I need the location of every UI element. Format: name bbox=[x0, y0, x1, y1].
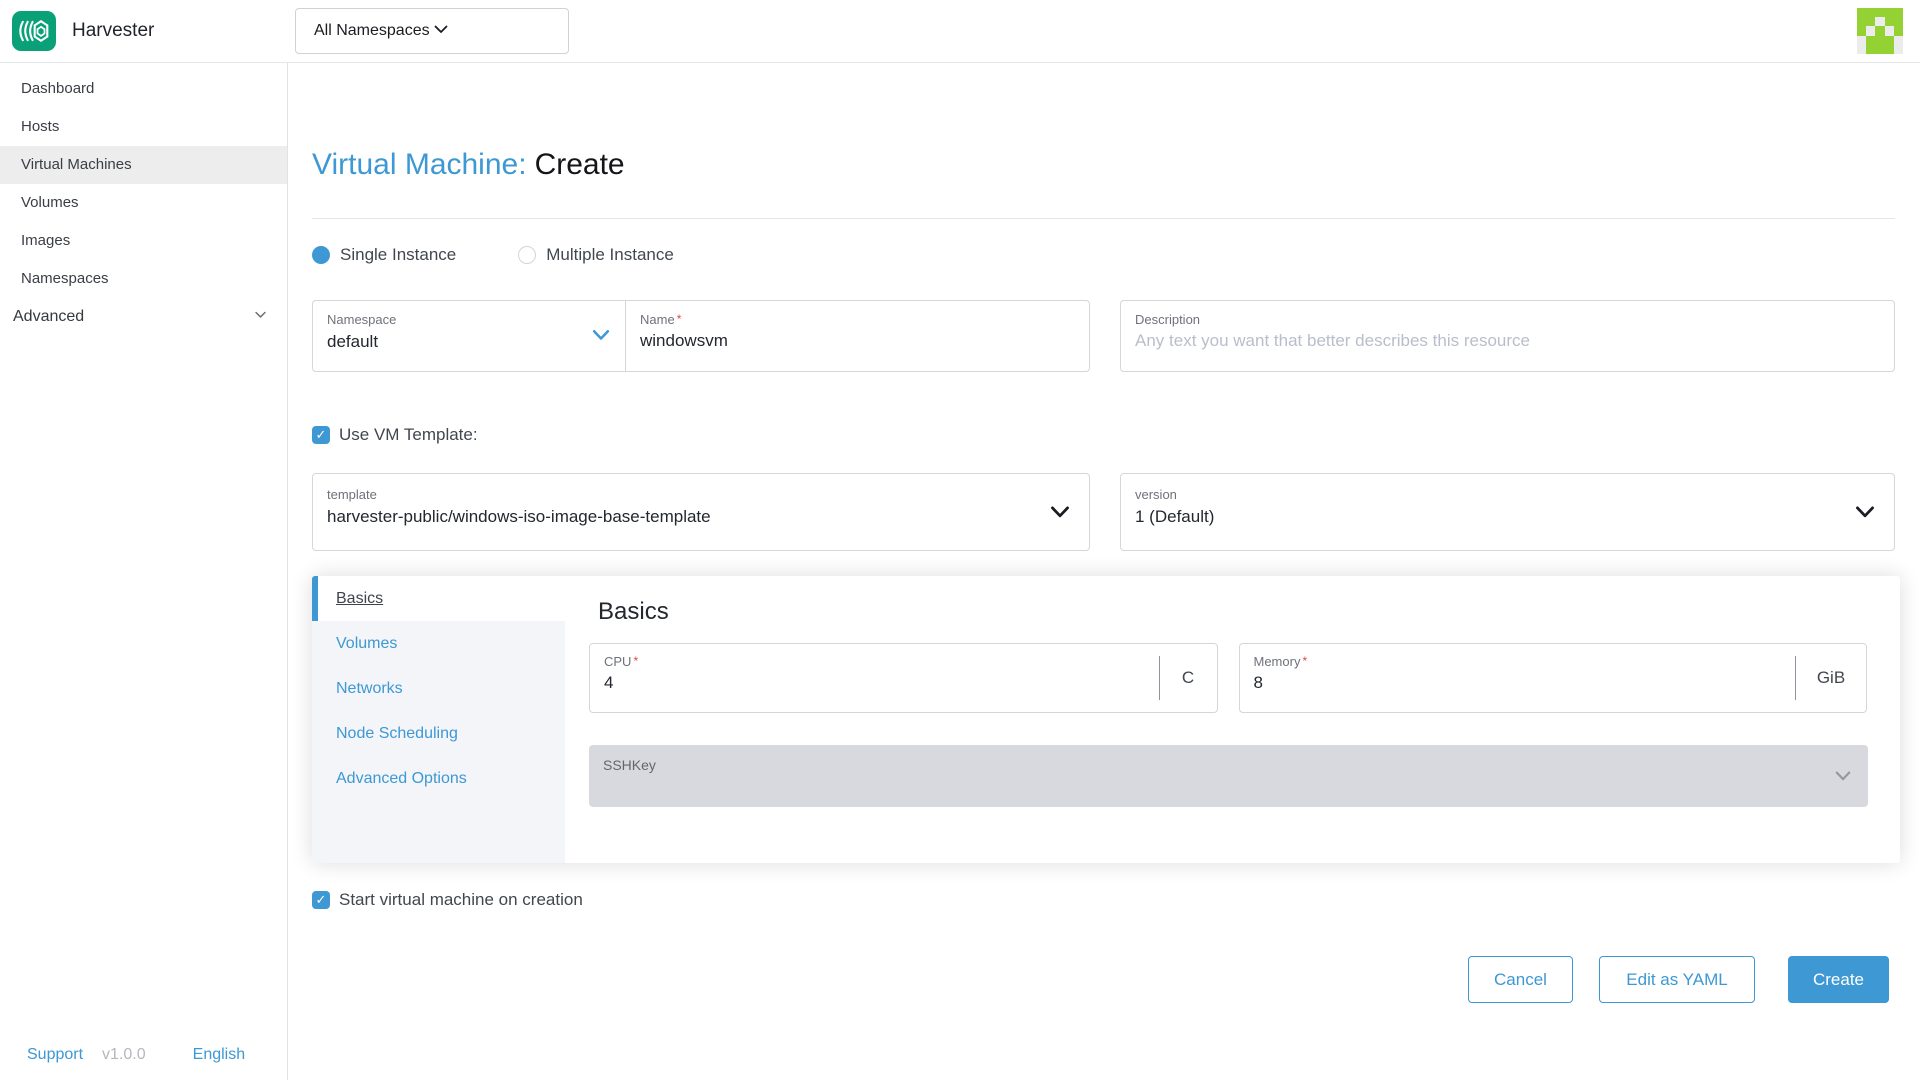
sshkey-label: SSHKey bbox=[603, 758, 1854, 773]
start-on-creation-checkbox[interactable]: ✓ Start virtual machine on creation bbox=[312, 890, 583, 910]
basics-heading: Basics bbox=[598, 598, 669, 626]
sidebar-item-virtual-machines[interactable]: Virtual Machines bbox=[0, 146, 287, 184]
memory-input[interactable] bbox=[1254, 673, 1673, 693]
memory-label: Memory* bbox=[1254, 654, 1853, 669]
radio-single-instance[interactable]: Single Instance bbox=[312, 245, 456, 265]
page-title-resource: Virtual Machine: bbox=[312, 148, 527, 181]
chevron-down-icon bbox=[1049, 501, 1071, 528]
sidebar-group-advanced-label: Advanced bbox=[13, 308, 84, 326]
description-input[interactable] bbox=[1135, 331, 1880, 351]
chevron-down-icon bbox=[591, 325, 611, 350]
sidebar-item-namespaces[interactable]: Namespaces bbox=[0, 260, 287, 298]
cpu-unit-suffix: C bbox=[1160, 644, 1217, 712]
template-label: template bbox=[327, 487, 1075, 502]
use-vm-template-label: Use VM Template: bbox=[339, 425, 478, 445]
cpu-label: CPU* bbox=[604, 654, 1203, 669]
radio-multiple-instance-label: Multiple Instance bbox=[546, 245, 674, 265]
cancel-button[interactable]: Cancel bbox=[1468, 956, 1573, 1003]
sidebar: Dashboard Hosts Virtual Machines Volumes… bbox=[0, 63, 288, 1080]
checkbox-checked-icon: ✓ bbox=[312, 426, 330, 444]
memory-unit-suffix: GiB bbox=[1796, 644, 1866, 712]
version-label: v1.0.0 bbox=[102, 1046, 146, 1064]
cpu-memory-row: CPU* C Memory* GiB bbox=[589, 643, 1867, 713]
sidebar-group-advanced[interactable]: Advanced bbox=[0, 298, 287, 336]
memory-field: Memory* GiB bbox=[1239, 643, 1868, 713]
template-value: harvester-public/windows-iso-image-base-… bbox=[327, 507, 1075, 527]
namespace-filter-select[interactable]: All Namespaces bbox=[295, 8, 569, 54]
namespace-select[interactable]: Namespace default bbox=[313, 301, 626, 371]
namespace-filter-value: All Namespaces bbox=[314, 22, 433, 40]
version-value: 1 (Default) bbox=[1135, 507, 1880, 527]
cpu-field: CPU* C bbox=[589, 643, 1218, 713]
tab-networks[interactable]: Networks bbox=[312, 666, 565, 711]
tab-advanced-options[interactable]: Advanced Options bbox=[312, 756, 565, 801]
name-field: Name* bbox=[626, 301, 1089, 371]
tab-node-scheduling[interactable]: Node Scheduling bbox=[312, 711, 565, 756]
checkbox-checked-icon: ✓ bbox=[312, 891, 330, 909]
chevron-down-icon bbox=[1854, 501, 1876, 528]
namespace-value: default bbox=[327, 332, 611, 352]
chevron-down-icon bbox=[254, 308, 267, 326]
sidebar-item-volumes[interactable]: Volumes bbox=[0, 184, 287, 222]
sshkey-select-disabled: SSHKey bbox=[589, 745, 1868, 807]
basics-panel: Basics CPU* C Memory* GiB bbox=[565, 576, 1900, 863]
radio-multiple-instance[interactable]: Multiple Instance bbox=[518, 245, 674, 265]
template-select[interactable]: template harvester-public/windows-iso-im… bbox=[312, 473, 1090, 551]
required-asterisk: * bbox=[677, 312, 682, 326]
brand-name: Harvester bbox=[72, 20, 154, 42]
start-on-creation-label: Start virtual machine on creation bbox=[339, 890, 583, 910]
sidebar-item-hosts[interactable]: Hosts bbox=[0, 108, 287, 146]
required-asterisk: * bbox=[633, 654, 638, 668]
sidebar-item-dashboard[interactable]: Dashboard bbox=[0, 70, 287, 108]
sidebar-footer: Support v1.0.0 English bbox=[0, 1046, 287, 1064]
sidebar-item-images[interactable]: Images bbox=[0, 222, 287, 260]
app-shell: Dashboard Hosts Virtual Machines Volumes… bbox=[0, 63, 1920, 1080]
main-content: Virtual Machine:Create Single Instance M… bbox=[288, 63, 1920, 1080]
name-input[interactable] bbox=[640, 331, 1075, 351]
vm-config-card: Basics Volumes Networks Node Scheduling … bbox=[312, 576, 1900, 863]
harvester-logo-icon bbox=[12, 11, 56, 51]
title-divider bbox=[312, 218, 1895, 219]
namespace-label: Namespace bbox=[327, 312, 611, 327]
create-button[interactable]: Create bbox=[1788, 956, 1889, 1003]
top-header: Harvester All Namespaces bbox=[0, 0, 1920, 63]
name-label: Name* bbox=[640, 312, 1075, 327]
instance-mode-radio-group: Single Instance Multiple Instance bbox=[312, 245, 674, 265]
radio-single-instance-label: Single Instance bbox=[340, 245, 456, 265]
tab-volumes[interactable]: Volumes bbox=[312, 621, 565, 666]
page-title: Virtual Machine:Create bbox=[312, 148, 625, 182]
required-asterisk: * bbox=[1302, 654, 1307, 668]
config-tabs: Basics Volumes Networks Node Scheduling … bbox=[312, 576, 565, 863]
version-label: version bbox=[1135, 487, 1880, 502]
cpu-input[interactable] bbox=[604, 673, 1023, 693]
description-label: Description bbox=[1135, 312, 1880, 327]
radio-unselected-icon bbox=[518, 246, 536, 264]
support-link[interactable]: Support bbox=[27, 1046, 83, 1064]
use-vm-template-checkbox[interactable]: ✓ Use VM Template: bbox=[312, 425, 478, 445]
edit-as-yaml-button[interactable]: Edit as YAML bbox=[1599, 956, 1755, 1003]
tab-basics[interactable]: Basics bbox=[312, 576, 565, 621]
chevron-down-icon bbox=[1834, 767, 1852, 790]
page-title-action: Create bbox=[535, 148, 625, 181]
radio-selected-icon bbox=[312, 246, 330, 264]
user-identicon[interactable] bbox=[1857, 8, 1903, 54]
chevron-down-icon bbox=[433, 21, 552, 42]
namespace-name-field-group: Namespace default Name* bbox=[312, 300, 1090, 372]
harvester-app: Harvester All Namespaces Dashboard Hosts… bbox=[0, 0, 1920, 1080]
language-link[interactable]: English bbox=[193, 1046, 245, 1064]
description-field: Description bbox=[1120, 300, 1895, 372]
version-select[interactable]: version 1 (Default) bbox=[1120, 473, 1895, 551]
